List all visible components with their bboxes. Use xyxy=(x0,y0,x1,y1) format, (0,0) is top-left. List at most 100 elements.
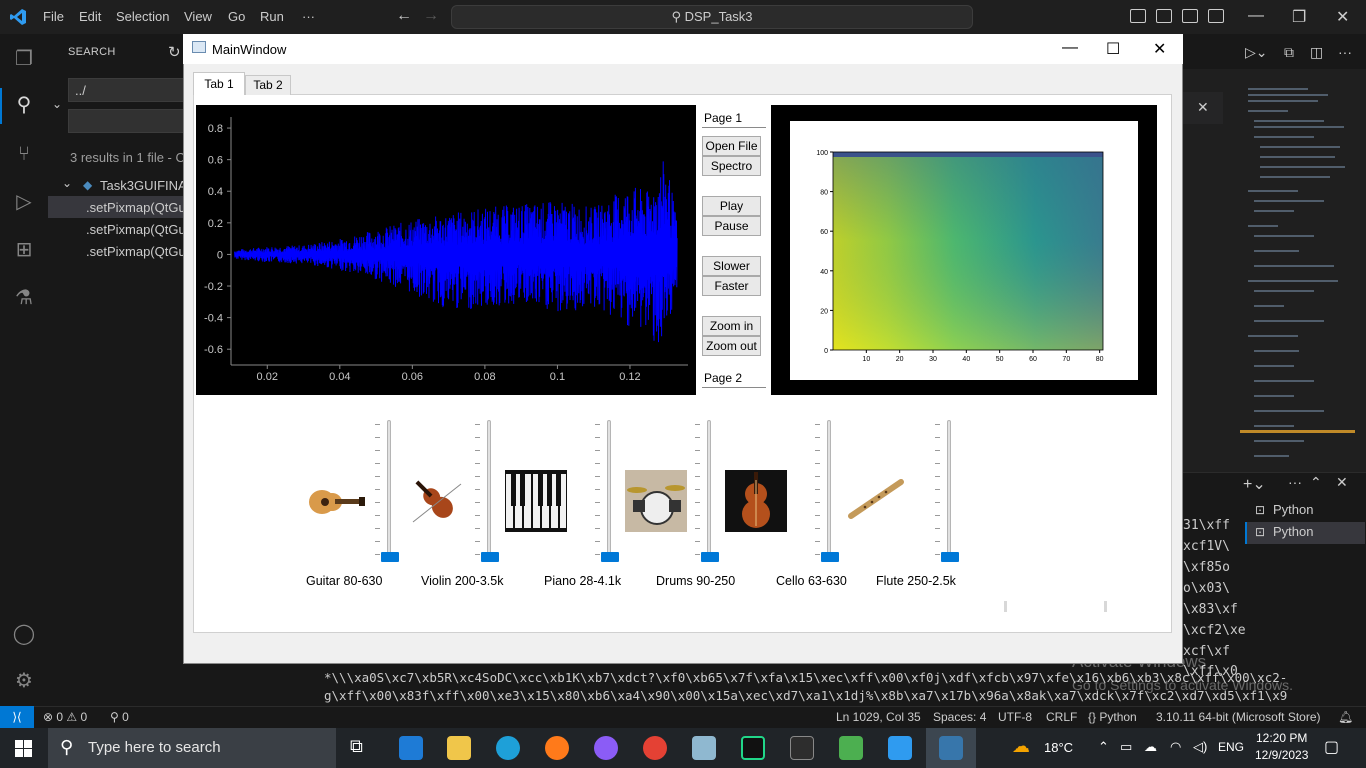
tab-2[interactable]: Tab 2 xyxy=(245,75,291,95)
language-mode[interactable]: {} Python xyxy=(1088,710,1137,724)
chevron-down-icon[interactable]: ⌄ xyxy=(62,176,72,190)
result-line[interactable]: .setPixmap(QtGu xyxy=(86,200,186,215)
python-interpreter[interactable]: 3.10.11 64-bit (Microsoft Store) xyxy=(1156,710,1321,724)
spectro-button[interactable]: Spectro xyxy=(702,156,761,176)
slider-handle[interactable] xyxy=(701,552,719,562)
terminal-tab[interactable]: Python xyxy=(1273,502,1313,517)
source-control-icon[interactable]: ⑂ xyxy=(12,142,36,166)
menu-more[interactable]: ··· xyxy=(302,9,315,24)
close-find-icon[interactable]: ✕ xyxy=(1197,99,1209,116)
slider-handle[interactable] xyxy=(601,552,619,562)
forward-arrow-icon[interactable]: → xyxy=(423,7,439,25)
windows-start-icon[interactable] xyxy=(15,740,32,757)
tray-wifi-icon[interactable]: ◠ xyxy=(1170,739,1181,755)
open-file-button[interactable]: Open File xyxy=(702,136,761,156)
splitter-handle[interactable] xyxy=(1004,601,1007,612)
eol-status[interactable]: CRLF xyxy=(1046,710,1077,724)
python-app-icon[interactable] xyxy=(939,736,963,760)
waveform-plot[interactable]: 0.8 0.6 0.4 0.2 0 -0.2 -0.4 -0.6 0.02 0.04 0.06 0.0… xyxy=(196,105,696,395)
toggle-sidebar-icon[interactable] xyxy=(1130,9,1146,23)
menu-selection[interactable]: Selection xyxy=(116,9,169,24)
ports-status[interactable]: ⚲ 0 xyxy=(110,710,129,724)
terminal-tab[interactable]: Python xyxy=(1273,524,1313,539)
menu-edit[interactable]: Edit xyxy=(79,9,101,24)
tray-chevron-icon[interactable]: ⌃ xyxy=(1098,739,1109,755)
page-1-header[interactable]: Page 1 xyxy=(702,108,766,128)
zoom-out-button[interactable]: Zoom out xyxy=(702,336,761,356)
qt-maximize-icon[interactable]: ☐ xyxy=(1106,39,1120,59)
split-editor-icon[interactable]: ◫ xyxy=(1310,44,1323,61)
splitter-handle[interactable] xyxy=(1104,601,1107,612)
cursor-position[interactable]: Ln 1029, Col 35 xyxy=(836,710,921,724)
slider-handle[interactable] xyxy=(481,552,499,562)
tray-cloud-icon[interactable]: ☁ xyxy=(1144,739,1157,755)
task-view-icon[interactable]: ⧉ xyxy=(350,736,363,757)
replace-input[interactable] xyxy=(68,109,188,133)
tray-time[interactable]: 12:20 PM xyxy=(1256,731,1307,745)
chrome-icon[interactable] xyxy=(643,736,667,760)
slider-handle[interactable] xyxy=(941,552,959,562)
page-2-header[interactable]: Page 2 xyxy=(702,368,766,388)
vscode-taskbar-icon[interactable] xyxy=(888,736,912,760)
testing-icon[interactable]: ⚗ xyxy=(12,286,36,310)
run-file-icon[interactable]: ▷⌄ xyxy=(1245,44,1268,61)
toggle-replace-chevron-icon[interactable]: ⌄ xyxy=(52,97,62,111)
taskbar-search[interactable]: Type here to search xyxy=(48,728,336,768)
close-icon[interactable]: ✕ xyxy=(1336,7,1349,27)
explorer-icon[interactable]: ❐ xyxy=(12,47,36,71)
result-line[interactable]: .setPixmap(QtGu xyxy=(86,222,186,237)
terminal-app-icon[interactable] xyxy=(790,736,814,760)
refresh-icon[interactable]: ↻ xyxy=(168,43,181,61)
instrument-gain-slider[interactable] xyxy=(827,420,831,558)
instrument-gain-slider[interactable] xyxy=(387,420,391,558)
slider-handle[interactable] xyxy=(381,552,399,562)
toggle-secondary-sidebar-icon[interactable] xyxy=(1182,9,1198,23)
instrument-gain-slider[interactable] xyxy=(607,420,611,558)
instrument-gain-slider[interactable] xyxy=(487,420,491,558)
customize-layout-icon[interactable] xyxy=(1208,9,1224,23)
notepad-icon[interactable] xyxy=(692,736,716,760)
result-file-name[interactable]: Task3GUIFINAL xyxy=(100,178,194,193)
minimize-icon[interactable]: — xyxy=(1248,7,1264,25)
remote-indicator-icon[interactable]: ⟩⟨ xyxy=(0,706,34,728)
tray-battery-icon[interactable]: ▭ xyxy=(1120,739,1132,755)
tab-1[interactable]: Tab 1 xyxy=(193,72,245,95)
weather-temperature[interactable]: 18°C xyxy=(1044,740,1073,755)
new-terminal-icon[interactable]: +⌄ xyxy=(1243,474,1266,494)
menu-view[interactable]: View xyxy=(184,9,212,24)
qt-close-icon[interactable]: ✕ xyxy=(1153,39,1166,59)
command-center-search[interactable]: ⚲ DSP_Task3 xyxy=(451,5,973,29)
instrument-gain-slider[interactable] xyxy=(947,420,951,558)
maximize-panel-icon[interactable]: ⌃ xyxy=(1310,474,1322,491)
menu-file[interactable]: File xyxy=(43,9,64,24)
restore-icon[interactable]: ❐ xyxy=(1292,7,1306,27)
file-explorer-icon[interactable] xyxy=(447,736,471,760)
github-desktop-icon[interactable] xyxy=(594,736,618,760)
slower-button[interactable]: Slower xyxy=(702,256,761,276)
extensions-icon[interactable]: ⊞ xyxy=(12,238,36,262)
faster-button[interactable]: Faster xyxy=(702,276,761,296)
firefox-icon[interactable] xyxy=(545,736,569,760)
pycharm-icon[interactable] xyxy=(741,736,765,760)
play-button[interactable]: Play xyxy=(702,196,761,216)
more-actions-icon[interactable]: ··· xyxy=(1338,44,1352,60)
qt-minimize-icon[interactable]: — xyxy=(1062,39,1078,57)
problems-status[interactable]: ⊗ 0 ⚠ 0 xyxy=(43,710,87,724)
toggle-panel-icon[interactable] xyxy=(1156,9,1172,23)
edge-browser-icon[interactable] xyxy=(496,736,520,760)
menu-go[interactable]: Go xyxy=(228,9,245,24)
indentation-status[interactable]: Spaces: 4 xyxy=(933,710,986,724)
pause-button[interactable]: Pause xyxy=(702,216,761,236)
zoom-in-button[interactable]: Zoom in xyxy=(702,316,761,336)
back-arrow-icon[interactable]: ← xyxy=(396,7,412,25)
tray-language[interactable]: ENG xyxy=(1218,740,1244,754)
weather-icon[interactable]: ☁ xyxy=(1012,736,1030,757)
tray-date[interactable]: 12/9/2023 xyxy=(1255,748,1308,762)
search-input[interactable]: ../ xyxy=(68,78,188,102)
close-panel-icon[interactable]: ✕ xyxy=(1336,474,1348,491)
result-line[interactable]: .setPixmap(QtGu xyxy=(86,244,186,259)
qt-designer-icon[interactable] xyxy=(839,736,863,760)
menu-run[interactable]: Run xyxy=(260,9,284,24)
notifications-bell-icon[interactable]: 🔔︎ xyxy=(1338,710,1353,724)
notification-center-icon[interactable]: ▢ xyxy=(1324,737,1339,757)
